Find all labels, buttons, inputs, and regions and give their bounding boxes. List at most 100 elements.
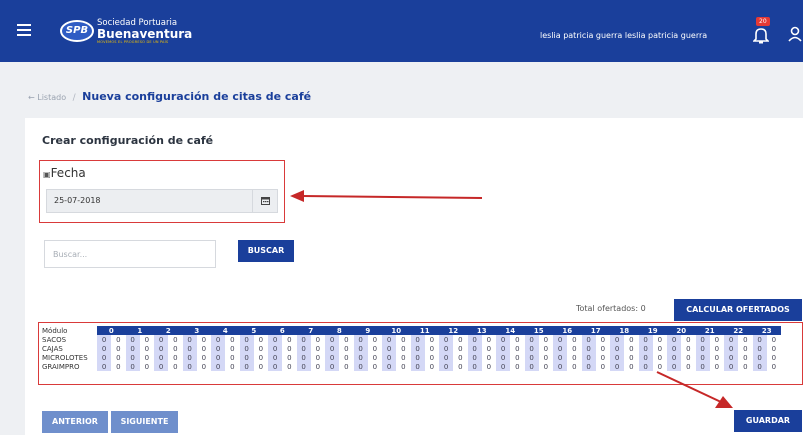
grid-cell[interactable]: 0 [196,344,211,353]
grid-cell[interactable]: 0 [168,353,183,362]
grid-cell[interactable]: 0 [353,362,368,371]
grid-cell[interactable]: 0 [296,353,311,362]
save-button[interactable]: GUARDAR [734,410,802,432]
grid-cell[interactable]: 0 [510,335,525,344]
grid-cell[interactable]: 0 [581,353,596,362]
grid-cell[interactable]: 0 [410,362,425,371]
grid-cell[interactable]: 0 [182,335,197,344]
grid-cell[interactable]: 0 [182,353,197,362]
grid-cell[interactable]: 0 [424,335,439,344]
grid-cell[interactable]: 0 [310,353,325,362]
grid-cell[interactable]: 0 [524,335,539,344]
grid-cell[interactable]: 0 [339,362,354,371]
grid-cell[interactable]: 0 [553,362,568,371]
grid-cell[interactable]: 0 [567,362,582,371]
next-button[interactable]: SIGUIENTE [111,411,178,433]
grid-cell[interactable]: 0 [225,353,240,362]
grid-cell[interactable]: 0 [638,335,653,344]
grid-cell[interactable]: 0 [325,344,340,353]
grid-cell[interactable]: 0 [268,353,283,362]
grid-cell[interactable]: 0 [410,335,425,344]
grid-cell[interactable]: 0 [125,362,140,371]
grid-cell[interactable]: 0 [510,344,525,353]
grid-cell[interactable]: 0 [553,344,568,353]
grid-cell[interactable]: 0 [766,344,781,353]
grid-cell[interactable]: 0 [154,362,169,371]
grid-cell[interactable]: 0 [97,335,112,344]
grid-cell[interactable]: 0 [752,353,767,362]
grid-cell[interactable]: 0 [738,353,753,362]
grid-cell[interactable]: 0 [496,353,511,362]
grid-cell[interactable]: 0 [97,344,112,353]
date-picker-button[interactable] [252,190,278,212]
grid-cell[interactable]: 0 [738,362,753,371]
grid-cell[interactable]: 0 [139,344,154,353]
grid-cell[interactable]: 0 [681,344,696,353]
grid-cell[interactable]: 0 [168,344,183,353]
grid-cell[interactable]: 0 [353,335,368,344]
grid-cell[interactable]: 0 [581,344,596,353]
grid-cell[interactable]: 0 [681,353,696,362]
grid-cell[interactable]: 0 [139,362,154,371]
grid-cell[interactable]: 0 [439,353,454,362]
grid-cell[interactable]: 0 [724,344,739,353]
grid-cell[interactable]: 0 [154,335,169,344]
grid-cell[interactable]: 0 [97,353,112,362]
grid-cell[interactable]: 0 [125,335,140,344]
grid-cell[interactable]: 0 [553,335,568,344]
search-input[interactable] [44,240,216,268]
grid-cell[interactable]: 0 [396,344,411,353]
grid-cell[interactable]: 0 [196,362,211,371]
grid-cell[interactable]: 0 [310,335,325,344]
grid-cell[interactable]: 0 [624,335,639,344]
grid-cell[interactable]: 0 [738,344,753,353]
grid-cell[interactable]: 0 [382,335,397,344]
grid-cell[interactable]: 0 [695,344,710,353]
breadcrumb-back-link[interactable]: ← Listado [28,93,66,102]
grid-cell[interactable]: 0 [439,362,454,371]
grid-cell[interactable]: 0 [481,335,496,344]
grid-cell[interactable]: 0 [524,353,539,362]
grid-cell[interactable]: 0 [111,353,126,362]
grid-cell[interactable]: 0 [367,335,382,344]
grid-cell[interactable]: 0 [196,353,211,362]
grid-cell[interactable]: 0 [282,335,297,344]
grid-cell[interactable]: 0 [424,344,439,353]
grid-cell[interactable]: 0 [610,335,625,344]
grid-cell[interactable]: 0 [382,353,397,362]
grid-cell[interactable]: 0 [339,344,354,353]
grid-cell[interactable]: 0 [382,344,397,353]
grid-cell[interactable]: 0 [225,335,240,344]
grid-cell[interactable]: 0 [382,362,397,371]
grid-cell[interactable]: 0 [752,362,767,371]
grid-cell[interactable]: 0 [496,362,511,371]
grid-cell[interactable]: 0 [652,353,667,362]
grid-cell[interactable]: 0 [111,362,126,371]
grid-cell[interactable]: 0 [467,344,482,353]
grid-cell[interactable]: 0 [638,344,653,353]
grid-cell[interactable]: 0 [538,335,553,344]
grid-cell[interactable]: 0 [225,362,240,371]
grid-cell[interactable]: 0 [709,335,724,344]
grid-cell[interactable]: 0 [695,335,710,344]
grid-cell[interactable]: 0 [296,344,311,353]
search-button[interactable]: BUSCAR [238,240,294,262]
grid-cell[interactable]: 0 [510,353,525,362]
grid-cell[interactable]: 0 [667,353,682,362]
grid-cell[interactable]: 0 [125,344,140,353]
grid-cell[interactable]: 0 [496,335,511,344]
grid-cell[interactable]: 0 [182,362,197,371]
grid-cell[interactable]: 0 [310,362,325,371]
grid-cell[interactable]: 0 [410,344,425,353]
grid-cell[interactable]: 0 [595,335,610,344]
grid-cell[interactable]: 0 [239,344,254,353]
grid-cell[interactable]: 0 [239,353,254,362]
grid-cell[interactable]: 0 [667,335,682,344]
grid-cell[interactable]: 0 [196,335,211,344]
grid-cell[interactable]: 0 [396,335,411,344]
grid-cell[interactable]: 0 [667,344,682,353]
grid-cell[interactable]: 0 [268,362,283,371]
grid-cell[interactable]: 0 [367,353,382,362]
grid-cell[interactable]: 0 [595,344,610,353]
grid-cell[interactable]: 0 [111,344,126,353]
